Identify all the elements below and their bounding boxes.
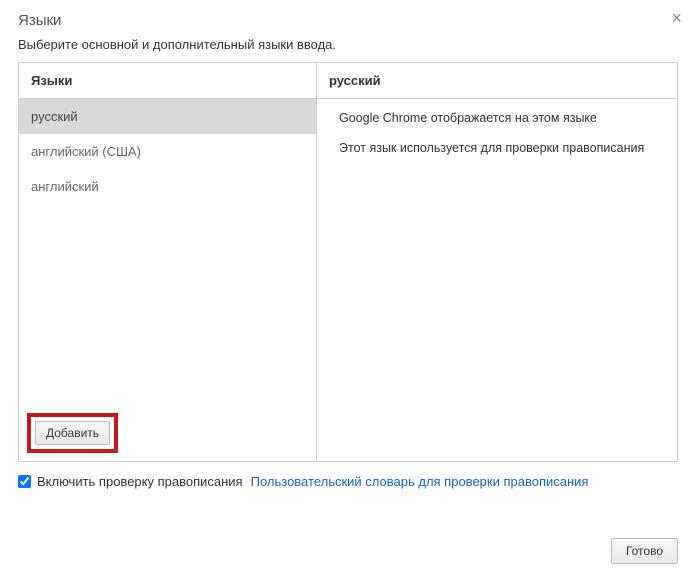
language-panels: Языки русский английский (США) английски… (18, 62, 678, 462)
spellcheck-label: Включить проверку правописания (37, 474, 243, 489)
language-item[interactable]: английский (19, 169, 316, 204)
language-detail-panel: русский Google Chrome отображается на эт… (317, 63, 677, 461)
language-detail-item: Google Chrome отображается на этом языке (317, 103, 677, 133)
language-list: русский английский (США) английский (19, 99, 316, 405)
spellcheck-checkbox[interactable] (18, 475, 31, 488)
language-list-header: Языки (19, 63, 316, 99)
language-detail-list: Google Chrome отображается на этом языке… (317, 99, 677, 167)
add-section: Добавить (19, 405, 316, 461)
spellcheck-row: Включить проверку правописания Пользоват… (18, 474, 678, 489)
language-list-panel: Языки русский английский (США) английски… (19, 63, 317, 461)
language-detail-header: русский (317, 63, 677, 99)
dialog-subtitle: Выберите основной и дополнительный языки… (18, 37, 678, 52)
close-icon[interactable]: × (671, 8, 682, 29)
dialog-footer: Готово (611, 538, 678, 564)
language-item[interactable]: английский (США) (19, 134, 316, 169)
add-highlight-box: Добавить (27, 413, 118, 453)
language-item[interactable]: русский (19, 99, 316, 134)
dialog-title: Языки (18, 12, 678, 29)
spellcheck-dictionary-link[interactable]: Пользовательский словарь для проверки пр… (251, 474, 589, 489)
add-language-button[interactable]: Добавить (35, 421, 110, 445)
done-button[interactable]: Готово (611, 538, 678, 564)
language-detail-item: Этот язык используется для проверки прав… (317, 133, 677, 163)
